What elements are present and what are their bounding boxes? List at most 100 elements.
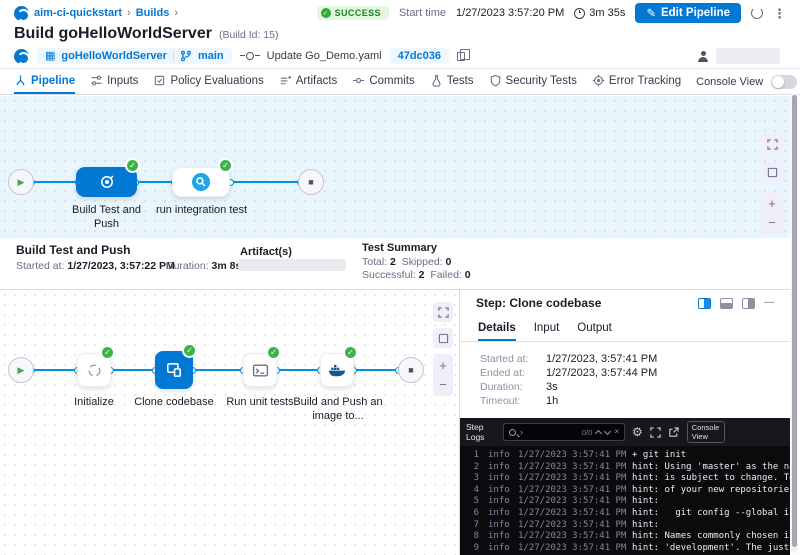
step-label[interactable]: Clone codebase	[129, 395, 219, 409]
tab-inputs[interactable]: Inputs	[90, 69, 138, 94]
console-view-button[interactable]: Console View	[687, 421, 725, 444]
commit-sha[interactable]: 47dc036	[390, 48, 449, 64]
detail-row-started-at: Started at:1/27/2023, 3:57:41 PM	[480, 352, 782, 366]
breadcrumb-project[interactable]: aim-ci-quickstart	[34, 7, 122, 19]
log-line: 4info1/27/2023 3:57:41 PMhint: of your n…	[467, 485, 790, 497]
step-label[interactable]: Build and Push an image to...	[288, 395, 388, 424]
log-line: 1info1/27/2023 3:57:41 PM+ git init	[467, 450, 790, 462]
log-line: 5info1/27/2023 3:57:41 PMhint:	[467, 496, 790, 508]
shield-icon	[489, 74, 502, 87]
elapsed-time: 3m 35s	[574, 7, 625, 19]
search-clear-icon[interactable]: ×	[614, 428, 619, 436]
pencil-icon: ✎	[646, 6, 656, 20]
log-search-input[interactable]: › 0/0 ×	[503, 423, 625, 441]
canvas-fullscreen-button[interactable]	[762, 134, 782, 154]
log-body[interactable]: 1info1/27/2023 3:57:41 PM+ git init 2inf…	[460, 446, 790, 555]
pipeline-start-node: ▶	[8, 357, 34, 383]
fullscreen-icon	[438, 307, 449, 318]
layout-split-right-icon[interactable]	[698, 298, 711, 309]
open-in-new-icon[interactable]	[668, 427, 679, 438]
panel-layout-controls: —	[698, 298, 774, 309]
tab-artifacts[interactable]: Artifacts	[279, 69, 338, 94]
log-line: 3info1/27/2023 3:57:41 PMhint: is subjec…	[467, 473, 790, 485]
stage-pipeline-canvas[interactable]: ▶ ✓ ✓ ■ Build Test and Push run integrat…	[0, 96, 790, 238]
tab-label: Commits	[369, 75, 414, 87]
page-scrollbar[interactable]	[791, 93, 798, 553]
tab-input[interactable]: Input	[534, 317, 560, 341]
step-label[interactable]: Initialize	[54, 395, 134, 409]
fullscreen-icon	[767, 139, 778, 150]
canvas-fullscreen-button[interactable]	[433, 302, 453, 322]
pipeline-edge	[354, 369, 398, 371]
refresh-icon[interactable]	[751, 7, 763, 19]
commit-icon	[246, 52, 254, 60]
inputs-icon	[90, 74, 103, 87]
tab-security-tests[interactable]: Security Tests	[489, 69, 577, 94]
canvas-fit-view-button[interactable]	[762, 162, 782, 182]
tab-commits[interactable]: Commits	[352, 69, 414, 94]
success-check-icon: ✓	[321, 8, 331, 18]
tab-tests[interactable]: Tests	[430, 69, 474, 94]
commit-message[interactable]: Update Go_Demo.yaml	[267, 50, 382, 62]
zoom-in-button[interactable]: +	[768, 197, 776, 210]
zoom-in-button[interactable]: +	[439, 359, 447, 372]
step-pipeline-canvas[interactable]: ▶ ✓ ✓	[0, 290, 460, 555]
test-summary-title: Test Summary	[362, 242, 437, 254]
start-time-value: 1/27/2023 3:57:20 PM	[456, 7, 564, 19]
kebab-menu-icon[interactable]: ⋮	[773, 7, 786, 20]
gear-icon[interactable]: ⚙	[632, 426, 643, 438]
log-line: 2info1/27/2023 3:57:41 PMhint: Using 'ma…	[467, 462, 790, 474]
stage-label[interactable]: Build Test and Push	[59, 203, 154, 232]
repo-branch-pill[interactable]: ▦ goHelloWorldServer main	[37, 48, 232, 64]
edit-pipeline-label: Edit Pipeline	[661, 7, 730, 19]
build-id: (Build Id: 15)	[219, 29, 279, 41]
fit-view-icon	[438, 333, 449, 344]
stop-icon: ■	[408, 366, 413, 375]
user-icon	[697, 51, 709, 62]
breadcrumb-builds[interactable]: Builds	[136, 7, 170, 19]
scrollbar-thumb[interactable]	[792, 95, 797, 547]
clock-icon	[574, 8, 585, 19]
step-detail-rows: Started at:1/27/2023, 3:57:41 PM Ended a…	[480, 352, 782, 408]
expand-logs-icon[interactable]	[650, 427, 661, 438]
step-logs-header: Step Logs › 0/0 × ⚙ Console View	[460, 418, 790, 446]
canvas-zoom-group: + −	[762, 192, 782, 234]
tab-pipeline[interactable]: Pipeline	[14, 69, 75, 94]
zoom-out-button[interactable]: −	[439, 378, 447, 391]
repo-name[interactable]: goHelloWorldServer	[61, 50, 167, 62]
canvas-fit-view-button[interactable]	[433, 328, 453, 348]
pipeline-start-node: ▶	[8, 169, 34, 195]
tab-output[interactable]: Output	[577, 317, 612, 341]
layout-right-icon[interactable]	[742, 298, 755, 309]
search-icon	[509, 429, 516, 436]
pipeline-edge	[231, 181, 300, 183]
branch-icon	[180, 50, 192, 62]
harness-build-page: aim-ci-quickstart › Builds › ✓ SUCCESS S…	[0, 0, 800, 555]
tab-policy-evaluations[interactable]: Policy Evaluations	[153, 69, 263, 94]
tab-details[interactable]: Details	[478, 317, 516, 341]
zoom-out-button[interactable]: −	[768, 216, 776, 229]
stage-label[interactable]: run integration test	[154, 203, 249, 217]
initialize-icon	[86, 362, 103, 379]
pipeline-end-node: ■	[398, 357, 424, 383]
play-icon: ▶	[18, 366, 25, 375]
pipeline-edge	[193, 369, 243, 371]
tab-label: Pipeline	[31, 75, 75, 87]
layout-bottom-icon[interactable]	[720, 298, 733, 309]
tab-bar: Pipeline Inputs Policy Evaluations Artif…	[0, 68, 800, 95]
ci-stage-icon	[99, 174, 115, 190]
start-time-label: Start time	[399, 7, 446, 19]
log-line: 9info1/27/2023 3:57:41 PMhint: 'developm…	[467, 543, 790, 555]
tab-error-tracking[interactable]: Error Tracking	[592, 69, 681, 94]
minimize-panel-icon[interactable]: —	[764, 298, 774, 308]
edit-pipeline-button[interactable]: ✎ Edit Pipeline	[635, 3, 741, 23]
search-next-icon[interactable]	[604, 427, 611, 434]
branch-name[interactable]: main	[198, 50, 224, 62]
meta-row: ▦ goHelloWorldServer main Update Go_Demo…	[14, 46, 780, 66]
copy-icon[interactable]	[457, 52, 465, 61]
step-panel-tabs: Details Input Output	[460, 317, 790, 342]
search-prev-icon[interactable]	[595, 429, 602, 436]
stage-started-at: Started at: 1/27/2023, 3:57:22 PM	[16, 260, 175, 272]
console-view-toggle[interactable]	[771, 75, 797, 89]
artifacts-icon	[279, 74, 292, 87]
